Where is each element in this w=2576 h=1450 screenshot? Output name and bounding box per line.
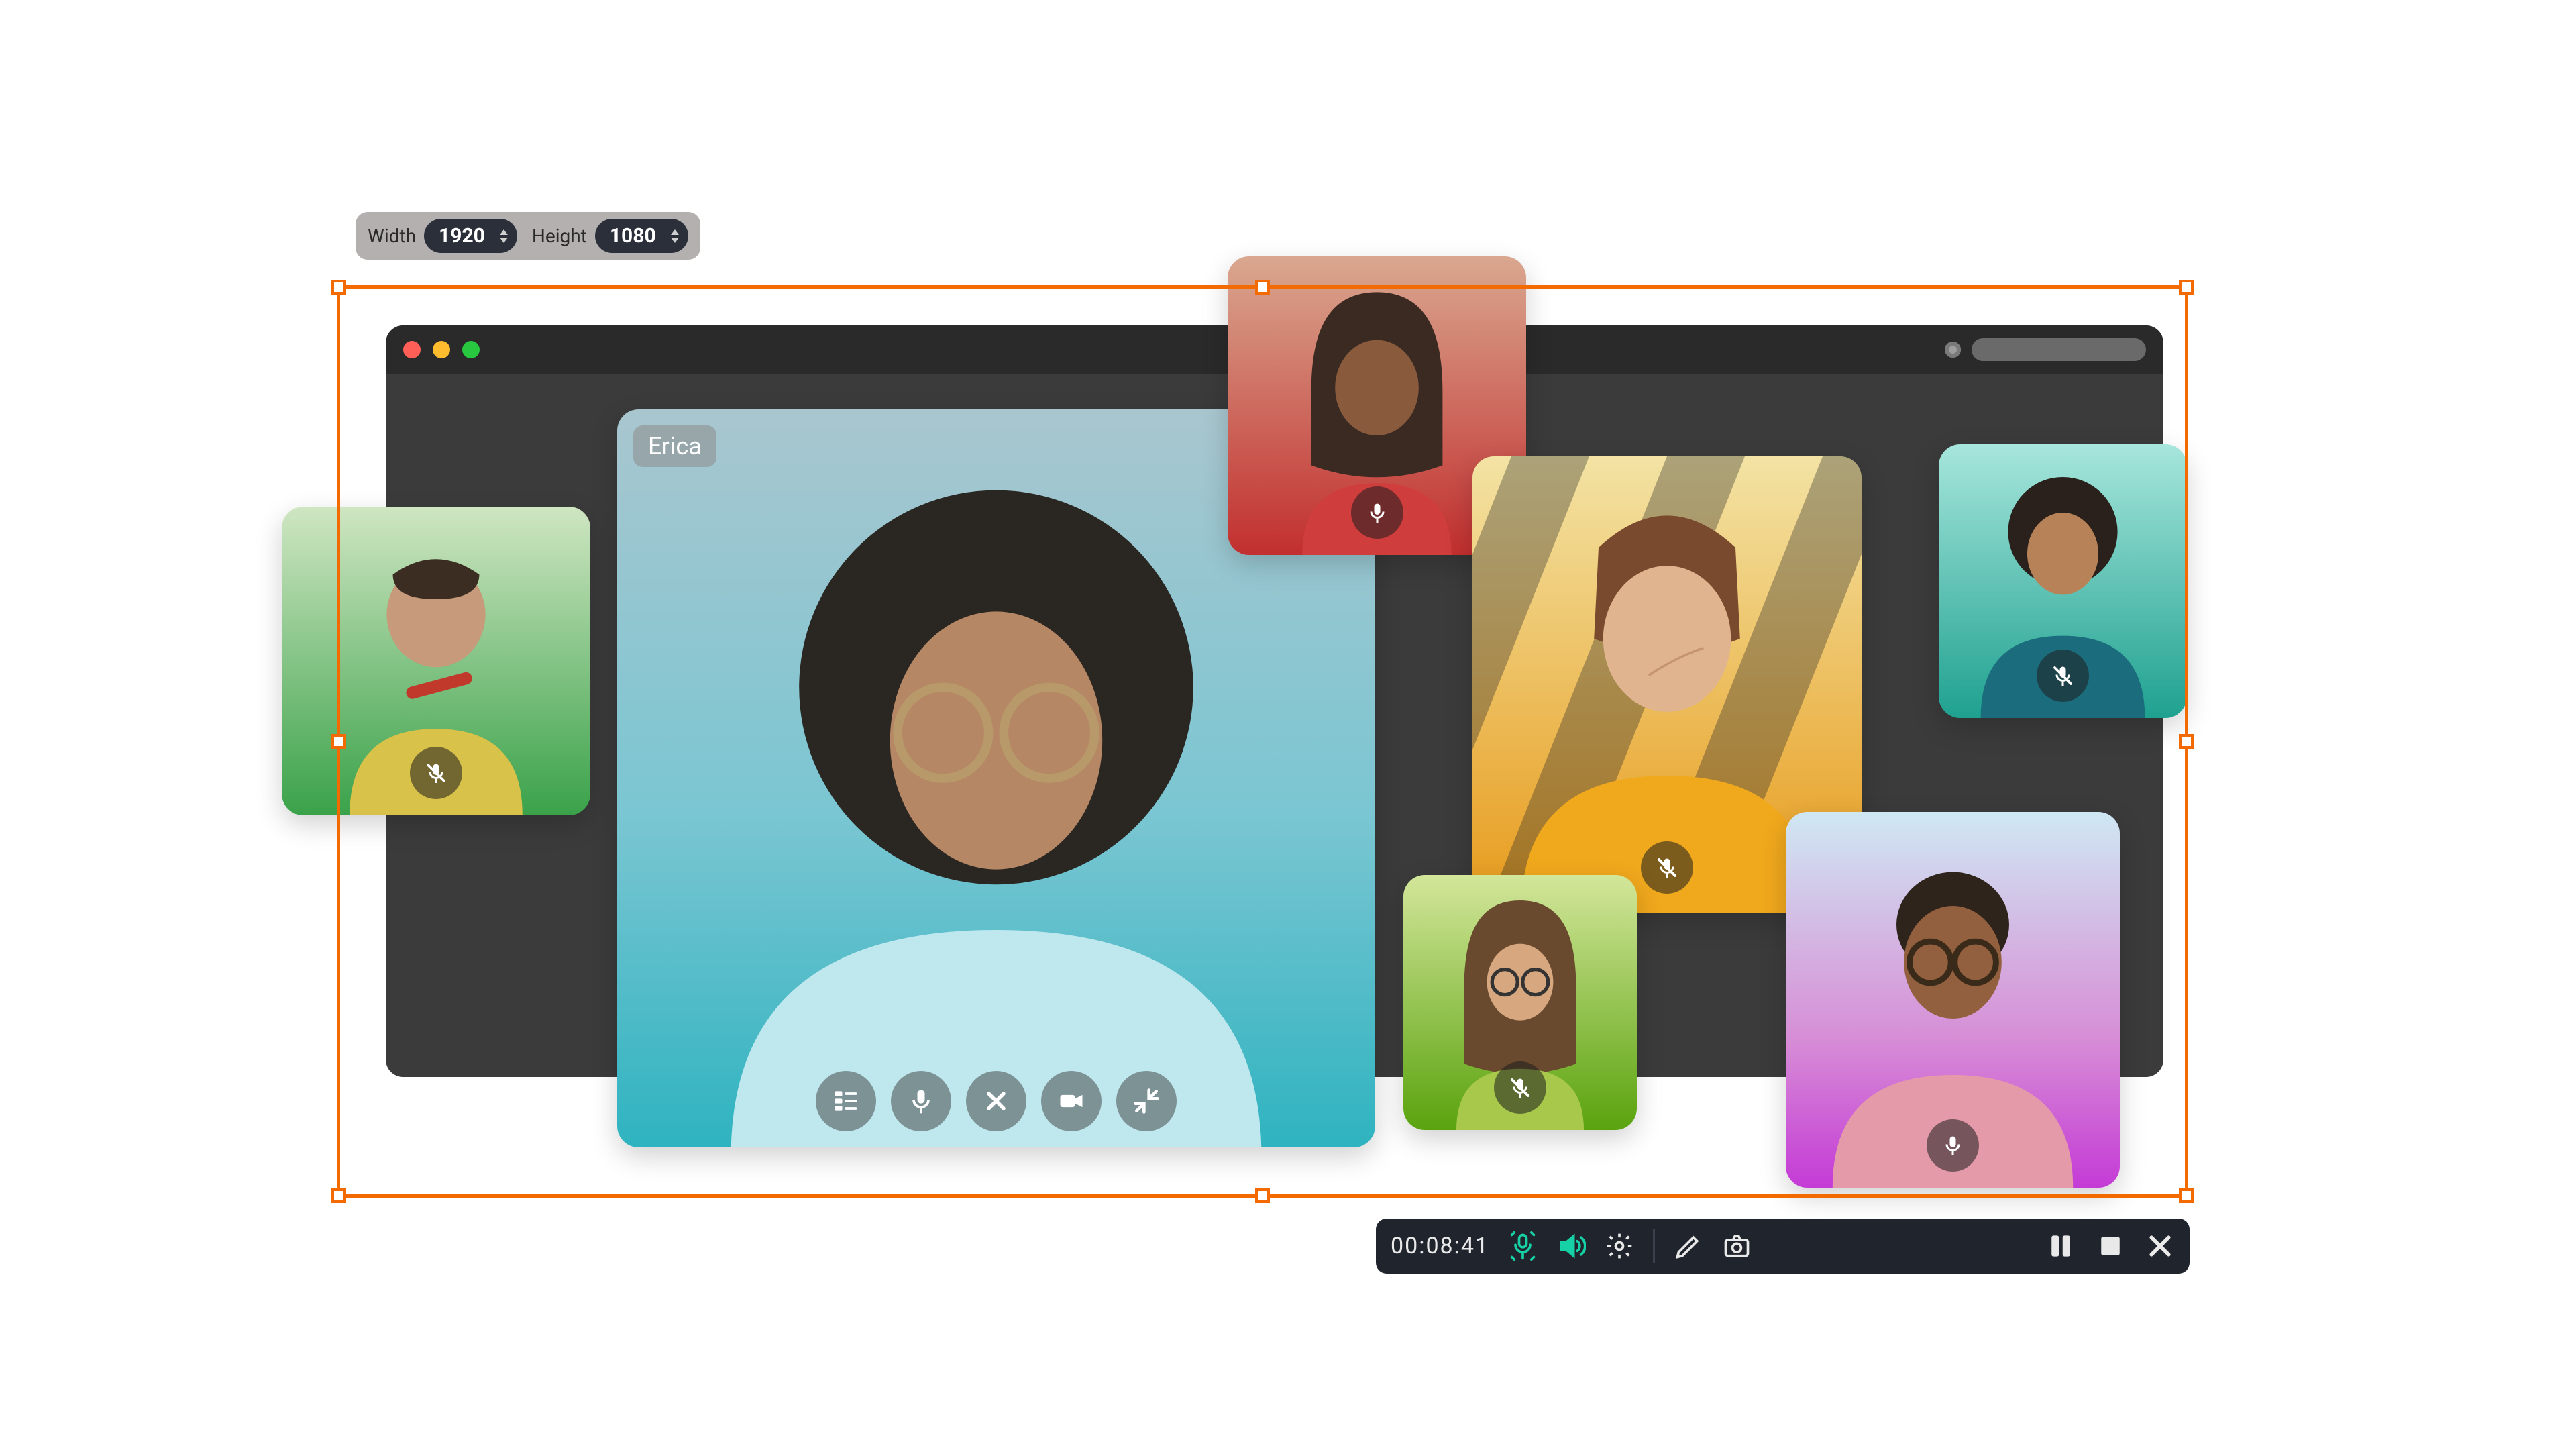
leave-button[interactable]: [966, 1071, 1026, 1131]
window-traffic-lights: [403, 341, 480, 358]
window-close-button[interactable]: [403, 341, 421, 358]
resize-handle-top-left[interactable]: [331, 280, 346, 295]
separator: [1653, 1229, 1655, 1263]
video-tile-small[interactable]: [1786, 812, 2120, 1188]
width-stepper[interactable]: 1920: [424, 219, 517, 253]
address-bar[interactable]: [1972, 338, 2146, 361]
recorder-toolbar: 00:08:41: [1376, 1219, 2190, 1274]
window-minimize-button[interactable]: [433, 341, 450, 358]
speaker-button[interactable]: [1556, 1231, 1586, 1261]
microphone-muted-icon[interactable]: [1641, 841, 1693, 894]
close-button[interactable]: [2145, 1231, 2175, 1261]
window-maximize-button[interactable]: [462, 341, 480, 358]
microphone-icon[interactable]: [1351, 486, 1403, 539]
video-tile-small[interactable]: [1939, 444, 2187, 718]
settings-button[interactable]: [1605, 1231, 1634, 1261]
stop-button[interactable]: [2096, 1231, 2125, 1261]
video-tile-small[interactable]: [282, 507, 590, 815]
width-value: 1920: [439, 224, 485, 248]
video-tile-small[interactable]: [1403, 875, 1637, 1130]
microphone-icon[interactable]: [1927, 1119, 1979, 1172]
pause-button[interactable]: [2046, 1231, 2076, 1261]
microphone-muted-icon[interactable]: [410, 747, 462, 799]
main-tile-controls: [816, 1071, 1177, 1131]
stepper-arrows-icon[interactable]: [498, 229, 509, 244]
resize-handle-right[interactable]: [2179, 734, 2194, 749]
stepper-arrows-icon[interactable]: [669, 229, 680, 244]
microphone-muted-icon[interactable]: [2037, 650, 2089, 702]
microphone-button[interactable]: [891, 1071, 951, 1131]
resize-handle-top-right[interactable]: [2179, 280, 2194, 295]
resize-handle-bottom-right[interactable]: [2179, 1188, 2194, 1203]
height-value: 1080: [610, 224, 656, 248]
video-button[interactable]: [1041, 1071, 1102, 1131]
screenshot-button[interactable]: [1722, 1231, 1752, 1261]
chapters-button[interactable]: [816, 1071, 876, 1131]
height-label: Height: [532, 225, 587, 247]
collapse-button[interactable]: [1116, 1071, 1177, 1131]
microphone-muted-icon[interactable]: [1494, 1061, 1546, 1114]
annotate-button[interactable]: [1674, 1231, 1703, 1261]
recording-timer: 00:08:41: [1391, 1233, 1489, 1259]
microphone-button[interactable]: [1508, 1231, 1538, 1261]
participant-name-label: Erica: [633, 425, 716, 467]
width-label: Width: [368, 225, 416, 247]
resize-handle-bottom-left[interactable]: [331, 1188, 346, 1203]
height-stepper[interactable]: 1080: [595, 219, 688, 253]
dimension-toolbar: Width 1920 Height 1080: [356, 212, 700, 260]
resize-handle-bottom[interactable]: [1255, 1188, 1270, 1203]
camera-indicator-icon: [1945, 342, 1961, 358]
